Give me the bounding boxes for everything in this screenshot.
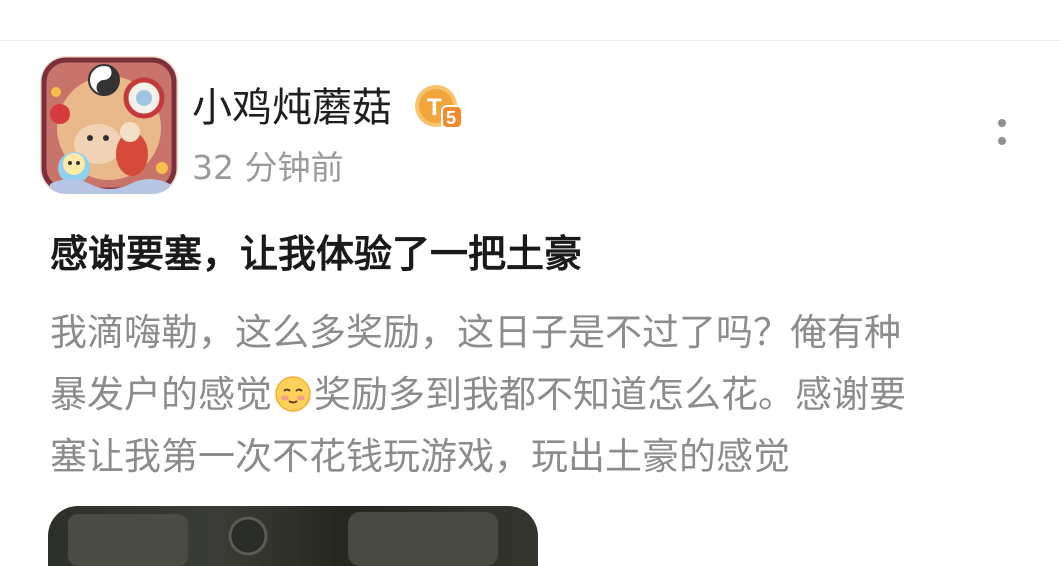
avatar-image xyxy=(40,56,178,194)
shy-smile-emoji-icon xyxy=(274,370,312,412)
svg-text:5: 5 xyxy=(446,108,456,128)
post-body-line: 暴发户的感觉 奖励多到我都不知道怎么花。感谢要 xyxy=(50,364,1022,426)
more-vertical-icon xyxy=(998,119,1006,127)
post-image-preview[interactable] xyxy=(48,506,538,566)
author-name[interactable]: 小鸡炖蘑菇 xyxy=(192,84,392,132)
more-vertical-icon-dot xyxy=(998,137,1006,145)
svg-text:T: T xyxy=(427,94,442,121)
post-body-text: 塞让我第一次不花钱玩游戏，玩出土豪的感觉 xyxy=(50,435,790,478)
top-bar xyxy=(0,0,1060,41)
post-body-text: 我滴嗨勒，这么多奖励，这日子是不过了吗？俺有种 xyxy=(50,311,901,354)
level-badge-icon: T 5 xyxy=(414,82,466,132)
post-body-text: 暴发户的感觉 xyxy=(50,373,272,416)
post-body[interactable]: 我滴嗨勒，这么多奖励，这日子是不过了吗？俺有种 暴发户的感觉 奖励多到我都不知道怎… xyxy=(50,302,1022,488)
author-avatar[interactable] xyxy=(40,56,178,194)
post-body-line: 塞让我第一次不花钱玩游戏，玩出土豪的感觉 xyxy=(50,426,1022,488)
image-thumbnail xyxy=(68,512,498,566)
post-body-text: 奖励多到我都不知道怎么花。感谢要 xyxy=(314,373,906,416)
post-body-line: 我滴嗨勒，这么多奖励，这日子是不过了吗？俺有种 xyxy=(50,302,1022,364)
post-title[interactable]: 感谢要塞，让我体验了一把土豪 xyxy=(50,228,582,280)
post-time: 32 分钟前 xyxy=(192,148,344,187)
more-options-button[interactable] xyxy=(984,112,1020,152)
